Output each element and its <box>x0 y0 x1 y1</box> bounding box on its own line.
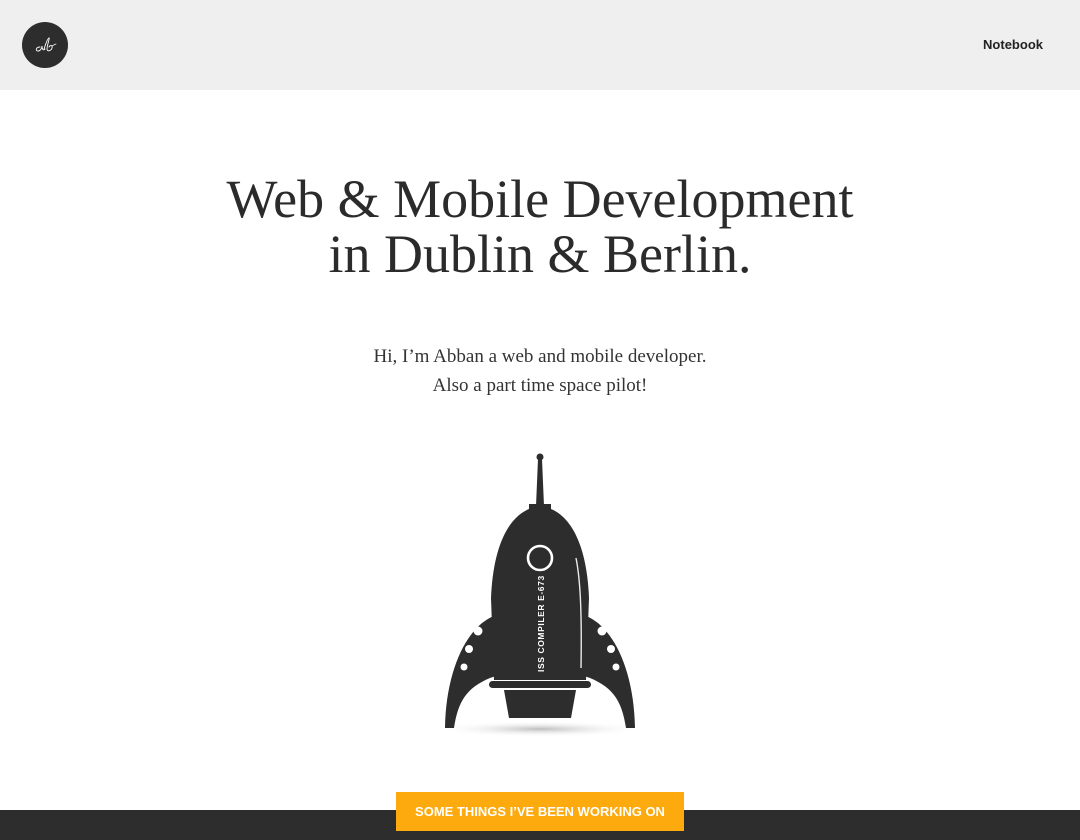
rocket-right-fin <box>584 616 635 728</box>
rocket-antenna <box>536 459 544 506</box>
hero-title: Web & Mobile Development in Dublin & Ber… <box>0 172 1080 282</box>
projects-cta-button[interactable]: SOME THINGS I’VE BEEN WORKING ON <box>396 792 684 831</box>
intro-line-2: Also a part time space pilot! <box>432 375 648 396</box>
hero-title-line-2: in Dublin & Berlin. <box>328 224 752 284</box>
rocket-shadow <box>436 721 644 737</box>
rocket-label: ISS COMPILER E-673 <box>536 575 546 672</box>
site-header: Notebook <box>0 0 1080 90</box>
ab-logo-icon[interactable] <box>22 22 68 68</box>
nav-link-notebook[interactable]: Notebook <box>983 37 1043 52</box>
rocket-left-fin <box>445 616 496 728</box>
rocket-base-ring <box>489 681 591 688</box>
rocket-icon: ISS COMPILER E-673 <box>436 453 644 737</box>
intro-text: Hi, I’m Abban a web and mobile developer… <box>0 342 1080 400</box>
intro-line-1: Hi, I’m Abban a web and mobile developer… <box>373 346 707 367</box>
hero-title-line-1: Web & Mobile Development <box>226 169 854 229</box>
rocket-thruster <box>504 690 576 718</box>
